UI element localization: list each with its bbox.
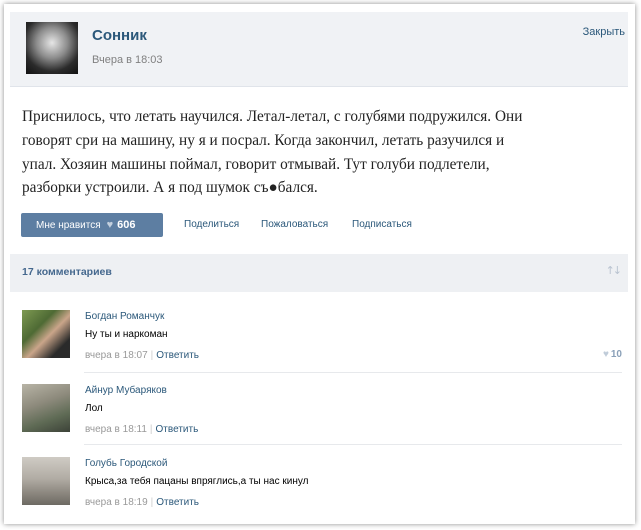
comments-header: 17 комментариев ↑↓ (10, 254, 628, 292)
comment-like[interactable]: ♥ 10 (603, 349, 622, 360)
comment-like-count: 10 (610, 349, 622, 360)
avatar[interactable] (22, 457, 70, 505)
list-item: Айнур Мубаряков Лол вчера в 18:11 | Ответи… (10, 380, 622, 450)
subscribe-link[interactable]: Подписаться (352, 219, 412, 230)
comment-time[interactable]: вчера в 18:11 (85, 424, 147, 435)
like-button[interactable]: Мне нравится ♥ 606 (21, 213, 163, 237)
report-link[interactable]: Пожаловаться (261, 219, 328, 230)
post-text-line: упал. Хозяин машины поймал, говорит отмы… (22, 155, 490, 173)
post-text: Приснилось, что летать научился. Летал-л… (22, 105, 622, 200)
comment-author[interactable]: Голубь Городской (85, 458, 167, 469)
post-text-line: разборки устроили. А я под шумок съ●балс… (22, 179, 318, 197)
comment-time[interactable]: вчера в 18:07 (85, 350, 148, 361)
list-item: Голубь Городской Крыса,за тебя пацаны вп… (10, 453, 622, 523)
separator: | (150, 350, 154, 361)
separator: | (149, 424, 153, 435)
heart-icon: ♥ (602, 349, 609, 360)
post-frame: Сонник Вчера в 18:03 Закрыть Приснилось,… (4, 4, 635, 524)
comment-meta: вчера в 18:11 | Ответить (85, 424, 198, 435)
avatar[interactable] (22, 310, 70, 358)
comments-count[interactable]: 17 комментариев (22, 266, 112, 278)
post-timestamp[interactable]: Вчера в 18:03 (92, 54, 163, 66)
list-item: Богдан Романчук Ну ты и наркоман вчера в… (10, 306, 622, 376)
divider (84, 372, 622, 373)
close-link[interactable]: Закрыть (583, 26, 625, 38)
avatar[interactable] (26, 22, 78, 74)
reply-link[interactable]: Ответить (156, 424, 199, 435)
post-text-line: Приснилось, что летать научился. Летал-л… (22, 108, 523, 125)
post-header: Сонник Вчера в 18:03 Закрыть (10, 12, 628, 87)
comment-time[interactable]: вчера в 18:19 (85, 497, 148, 508)
avatar[interactable] (22, 384, 70, 432)
post-text-line: говорят сри на машину, ну я и посрал. Ко… (22, 131, 505, 149)
page-title[interactable]: Сонник (92, 27, 147, 44)
separator: | (150, 497, 154, 508)
comment-text: Крыса,за тебя пацаны впряглись,а ты нас … (85, 476, 309, 487)
reply-link[interactable]: Ответить (156, 497, 199, 508)
divider (84, 444, 622, 445)
heart-icon: ♥ (106, 219, 114, 231)
like-count: 606 (117, 219, 136, 231)
sort-icon[interactable]: ↑↓ (606, 264, 623, 277)
comment-author[interactable]: Богдан Романчук (85, 311, 164, 322)
comment-meta: вчера в 18:19 | Ответить (85, 497, 199, 508)
comment-meta: вчера в 18:07 | Ответить (85, 350, 199, 361)
comment-author[interactable]: Айнур Мубаряков (85, 385, 167, 396)
reply-link[interactable]: Ответить (156, 350, 199, 361)
share-link[interactable]: Поделиться (184, 219, 239, 230)
like-label: Мне нравится (36, 219, 101, 231)
comment-text: Лол (85, 403, 103, 414)
comment-text: Ну ты и наркоман (85, 329, 168, 340)
